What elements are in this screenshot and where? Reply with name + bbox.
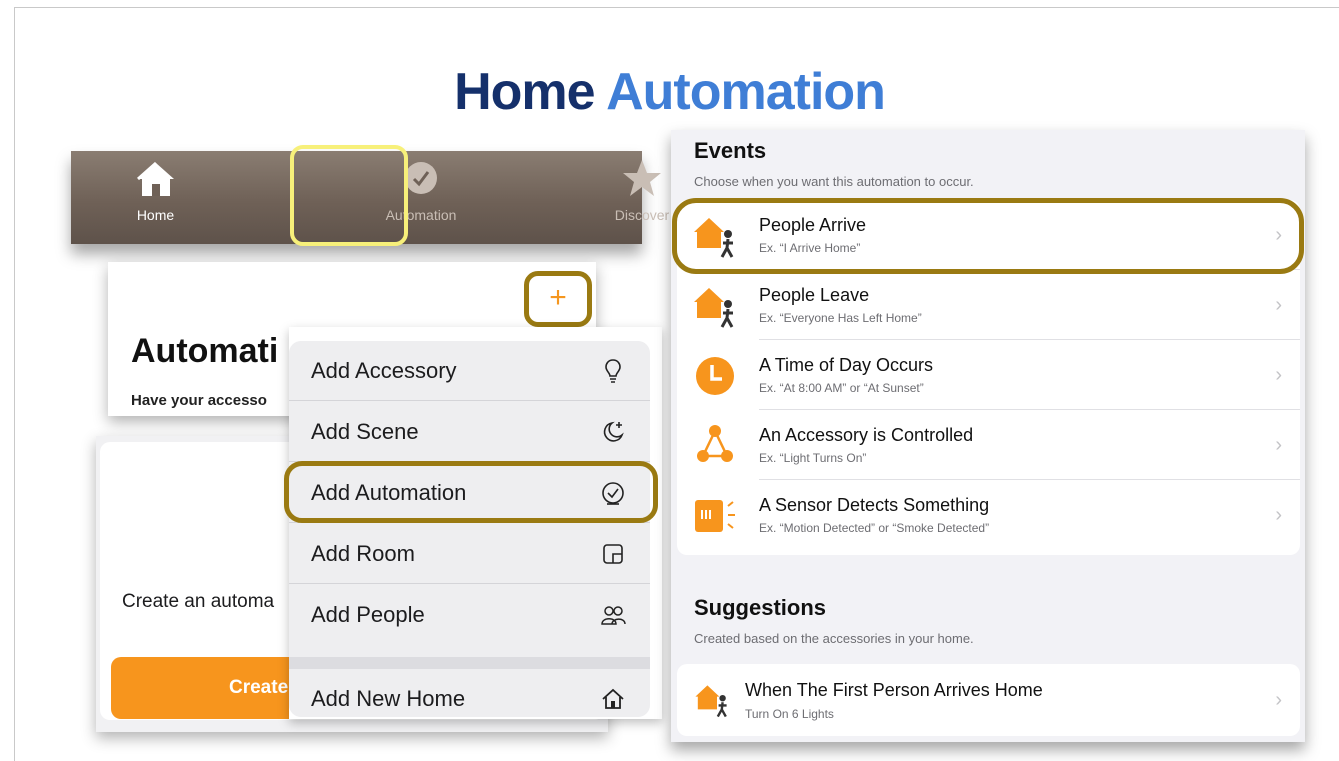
automation-heading: Automati (131, 332, 279, 370)
menu-section-gap (289, 657, 650, 669)
event-row-people-leave[interactable]: People Leave Ex. “Everyone Has Left Home… (677, 270, 1300, 340)
add-button[interactable]: + (524, 271, 592, 327)
menu-divider (289, 583, 650, 584)
menu-item-label: Add Scene (311, 419, 419, 444)
menu-item-label: Add Room (311, 541, 415, 566)
slide-title: Home Automation (454, 63, 886, 121)
events-subheading: Choose when you want this automation to … (694, 174, 974, 189)
create-description: Create an automa (122, 591, 275, 612)
add-menu: Add Accessory Add Scene Add Automation A… (289, 327, 662, 719)
event-row-accessory-controlled[interactable]: An Accessory is Controlled Ex. “Light Tu… (677, 410, 1300, 480)
tab-home-label: Home (136, 207, 175, 223)
sensor-icon (695, 500, 735, 532)
house-icon (137, 161, 174, 196)
suggestion-row-first-person-arrives[interactable]: When The First Person Arrives Home Turn … (677, 664, 1300, 736)
chevron-right-icon: › (1275, 434, 1282, 456)
suggestions-subheading: Created based on the accessories in your… (694, 631, 974, 646)
clock-icon (696, 357, 734, 395)
menu-item-add-scene[interactable]: Add Scene (289, 402, 650, 462)
event-subtitle: Ex. “Motion Detected” or “Smoke Detected… (759, 521, 990, 535)
add-automation-highlight (284, 461, 658, 523)
accessory-network-icon (697, 425, 733, 462)
event-title: An Accessory is Controlled (759, 425, 974, 445)
events-heading: Events (694, 138, 767, 163)
chevron-right-icon: › (1275, 689, 1282, 711)
menu-item-label: Add Accessory (311, 358, 457, 383)
automation-subtitle: Have your accesso (131, 392, 267, 409)
people-leave-icon (694, 288, 734, 328)
house-icon (602, 688, 624, 709)
star-icon (623, 160, 661, 196)
suggestion-title: When The First Person Arrives Home (745, 680, 1043, 700)
suggestions-heading: Suggestions (694, 595, 827, 620)
tab-home[interactable]: Home (98, 151, 213, 244)
event-title: A Time of Day Occurs (759, 355, 934, 375)
people-icon (601, 606, 626, 625)
event-subtitle: Ex. “At 8:00 AM” or “At Sunset” (759, 381, 924, 395)
menu-item-add-accessory[interactable]: Add Accessory (289, 341, 650, 401)
lightbulb-icon (605, 359, 621, 383)
event-row-time-of-day[interactable]: A Time of Day Occurs Ex. “At 8:00 AM” or… (677, 340, 1300, 410)
suggestions-list: When The First Person Arrives Home Turn … (677, 664, 1300, 736)
menu-item-add-room[interactable]: Add Room (289, 524, 650, 584)
menu-item-label: Add People (311, 602, 425, 627)
chevron-right-icon: › (1275, 294, 1282, 316)
chevron-right-icon: › (1275, 364, 1282, 386)
suggestion-subtitle: Turn On 6 Lights (745, 707, 834, 721)
chevron-right-icon: › (1275, 504, 1282, 526)
event-subtitle: Ex. “Everyone Has Left Home” (759, 311, 922, 325)
automation-tab-highlight (290, 145, 408, 246)
event-subtitle: Ex. “Light Turns On” (759, 451, 867, 465)
menu-divider (289, 400, 650, 401)
menu-item-add-people[interactable]: Add People (289, 585, 650, 645)
event-title: People Leave (759, 285, 870, 305)
people-arrive-highlight (672, 198, 1304, 274)
menu-item-label: Add New Home (311, 686, 466, 711)
room-icon (603, 544, 623, 564)
clock-icon (405, 162, 437, 194)
scene-moon-icon (603, 421, 624, 442)
event-title: A Sensor Detects Something (759, 495, 990, 515)
event-row-sensor-detects[interactable]: A Sensor Detects Something Ex. “Motion D… (677, 480, 1300, 550)
add-menu-panel: Add Accessory Add Scene Add Automation A… (289, 341, 650, 717)
menu-item-add-new-home[interactable]: Add New Home (289, 669, 650, 719)
people-arrive-icon (695, 685, 727, 718)
